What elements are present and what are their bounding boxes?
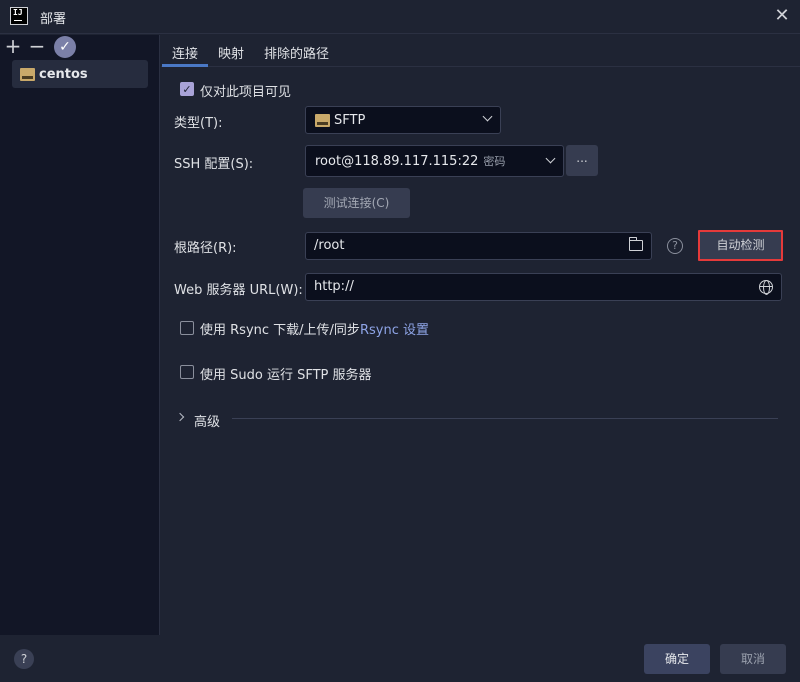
folder-icon[interactable] — [629, 237, 643, 251]
tab-bar: 连接 映射 排除的路径 — [161, 35, 800, 67]
root-path-value: /root — [314, 238, 345, 253]
server-name: centos — [39, 66, 88, 82]
rsync-settings-link[interactable]: Rsync 设置 — [360, 319, 429, 338]
globe-icon[interactable] — [759, 280, 773, 295]
chevron-right-icon[interactable] — [177, 412, 185, 422]
sudo-label: 使用 Sudo 运行 SFTP 服务器 — [200, 368, 372, 383]
server-list-item[interactable]: centos — [12, 60, 148, 88]
title-bar: IJ 部署 ✕ — [0, 0, 800, 34]
rsync-checkbox[interactable] — [180, 321, 194, 335]
server-list-pane: + − ✓ centos — [0, 35, 160, 635]
advanced-section-label[interactable]: 高级 — [194, 411, 220, 430]
ok-button[interactable]: 确定 — [644, 644, 710, 674]
visible-only-project-checkbox[interactable]: ✓ — [180, 82, 194, 96]
root-path-input[interactable]: /root — [305, 232, 652, 260]
sftp-type-icon — [315, 113, 330, 127]
type-select[interactable]: SFTP — [305, 106, 501, 134]
cancel-button[interactable]: 取消 — [720, 644, 786, 674]
autodetect-button[interactable]: 自动检测 — [698, 230, 783, 261]
chevron-down-icon — [545, 155, 555, 165]
ssh-auth-hint: 密码 — [483, 155, 506, 168]
close-icon[interactable]: ✕ — [772, 6, 792, 26]
rsync-label: 使用 Rsync 下载/上传/同步 — [200, 323, 360, 338]
server-list-toolbar: + − ✓ — [0, 35, 159, 61]
web-url-value: http:// — [314, 279, 354, 294]
web-url-label: Web 服务器 URL(W): — [174, 283, 303, 298]
ssh-config-label: SSH 配置(S): — [174, 157, 254, 172]
add-server-icon[interactable]: + — [4, 35, 22, 59]
ssh-config-select[interactable]: root@118.89.117.115:22 密码 — [305, 145, 564, 177]
visible-only-project-label: 仅对此项目可见 — [200, 85, 292, 100]
advanced-separator — [232, 418, 778, 419]
intellij-app-icon: IJ — [10, 7, 28, 25]
chevron-down-icon — [482, 113, 492, 123]
ssh-config-more-button[interactable]: ... — [566, 145, 598, 176]
sftp-server-icon — [20, 67, 35, 81]
root-path-label: 根路径(R): — [174, 241, 237, 256]
remove-server-icon[interactable]: − — [28, 35, 46, 59]
dialog-footer: ? 确定 取消 — [0, 635, 800, 682]
sudo-checkbox[interactable] — [180, 365, 194, 379]
tab-excluded-paths[interactable]: 排除的路径 — [264, 43, 329, 62]
tab-connection[interactable]: 连接 — [161, 43, 209, 67]
web-url-input[interactable]: http:// — [305, 273, 782, 301]
test-connection-button[interactable]: 测试连接(C) — [303, 188, 410, 218]
help-icon[interactable]: ? — [14, 649, 34, 669]
tab-mappings[interactable]: 映射 — [218, 43, 244, 62]
ssh-config-value: root@118.89.117.115:22 — [315, 153, 479, 169]
set-default-check-icon[interactable]: ✓ — [54, 36, 76, 58]
help-icon[interactable]: ? — [667, 238, 683, 254]
type-label: 类型(T): — [174, 116, 223, 131]
window-title: 部署 — [40, 12, 67, 27]
type-value: SFTP — [334, 112, 366, 128]
